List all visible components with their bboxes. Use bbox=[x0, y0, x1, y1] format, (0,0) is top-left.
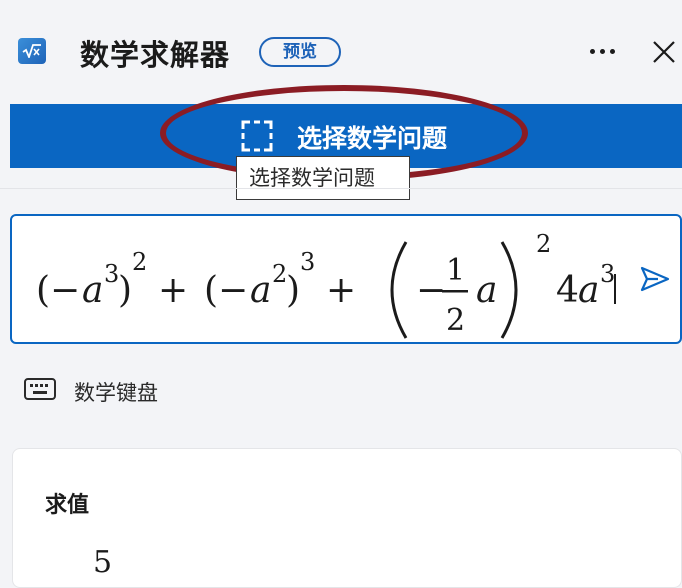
svg-text:(−: (− bbox=[36, 270, 80, 311]
result-title: 求值 bbox=[45, 493, 90, 518]
svg-text:a: a bbox=[82, 270, 103, 311]
svg-text:4: 4 bbox=[556, 270, 579, 311]
send-icon[interactable] bbox=[640, 266, 670, 296]
svg-text:+: + bbox=[158, 270, 188, 311]
result-value: 5 bbox=[93, 545, 113, 580]
svg-text:): ) bbox=[118, 270, 132, 311]
svg-text:3: 3 bbox=[300, 248, 315, 276]
equation-input[interactable]: (− a 3 ) 2 + (− a 2 ) 3 + − 1 2 a 2 4 a … bbox=[10, 214, 682, 344]
equation-expression: (− a 3 ) 2 + (− a 2 ) 3 + − 1 2 a 2 4 a … bbox=[36, 230, 616, 339]
svg-text:+: + bbox=[326, 270, 356, 311]
svg-text:2: 2 bbox=[446, 303, 465, 338]
screen-select-frame-icon bbox=[241, 120, 273, 156]
svg-text:a: a bbox=[250, 270, 271, 311]
svg-text:(−: (− bbox=[204, 270, 248, 311]
svg-text:2: 2 bbox=[272, 260, 287, 288]
select-button-label: 选择数学问题 bbox=[297, 124, 448, 153]
svg-text:3: 3 bbox=[600, 260, 615, 288]
tooltip: 选择数学问题 bbox=[236, 156, 410, 200]
preview-badge: 预览 bbox=[259, 37, 341, 67]
more-horizontal-icon[interactable] bbox=[588, 40, 618, 64]
keyboard-label: 数学键盘 bbox=[74, 381, 158, 405]
svg-text:2: 2 bbox=[132, 248, 147, 276]
svg-text:a: a bbox=[476, 270, 497, 311]
close-icon[interactable] bbox=[650, 38, 678, 66]
svg-text:a: a bbox=[578, 270, 599, 311]
divider bbox=[0, 188, 682, 189]
sqrt-x-icon bbox=[18, 38, 46, 64]
keyboard-icon bbox=[24, 378, 56, 404]
result-card: 求值 5 bbox=[12, 448, 682, 588]
app-title: 数学求解器 bbox=[80, 38, 231, 72]
svg-text:3: 3 bbox=[104, 260, 119, 288]
svg-text:2: 2 bbox=[536, 230, 551, 258]
svg-text:): ) bbox=[286, 270, 300, 311]
svg-text:1: 1 bbox=[446, 253, 465, 288]
svg-text:−: − bbox=[416, 270, 446, 311]
header-bar: 数学求解器 预览 bbox=[0, 0, 682, 100]
